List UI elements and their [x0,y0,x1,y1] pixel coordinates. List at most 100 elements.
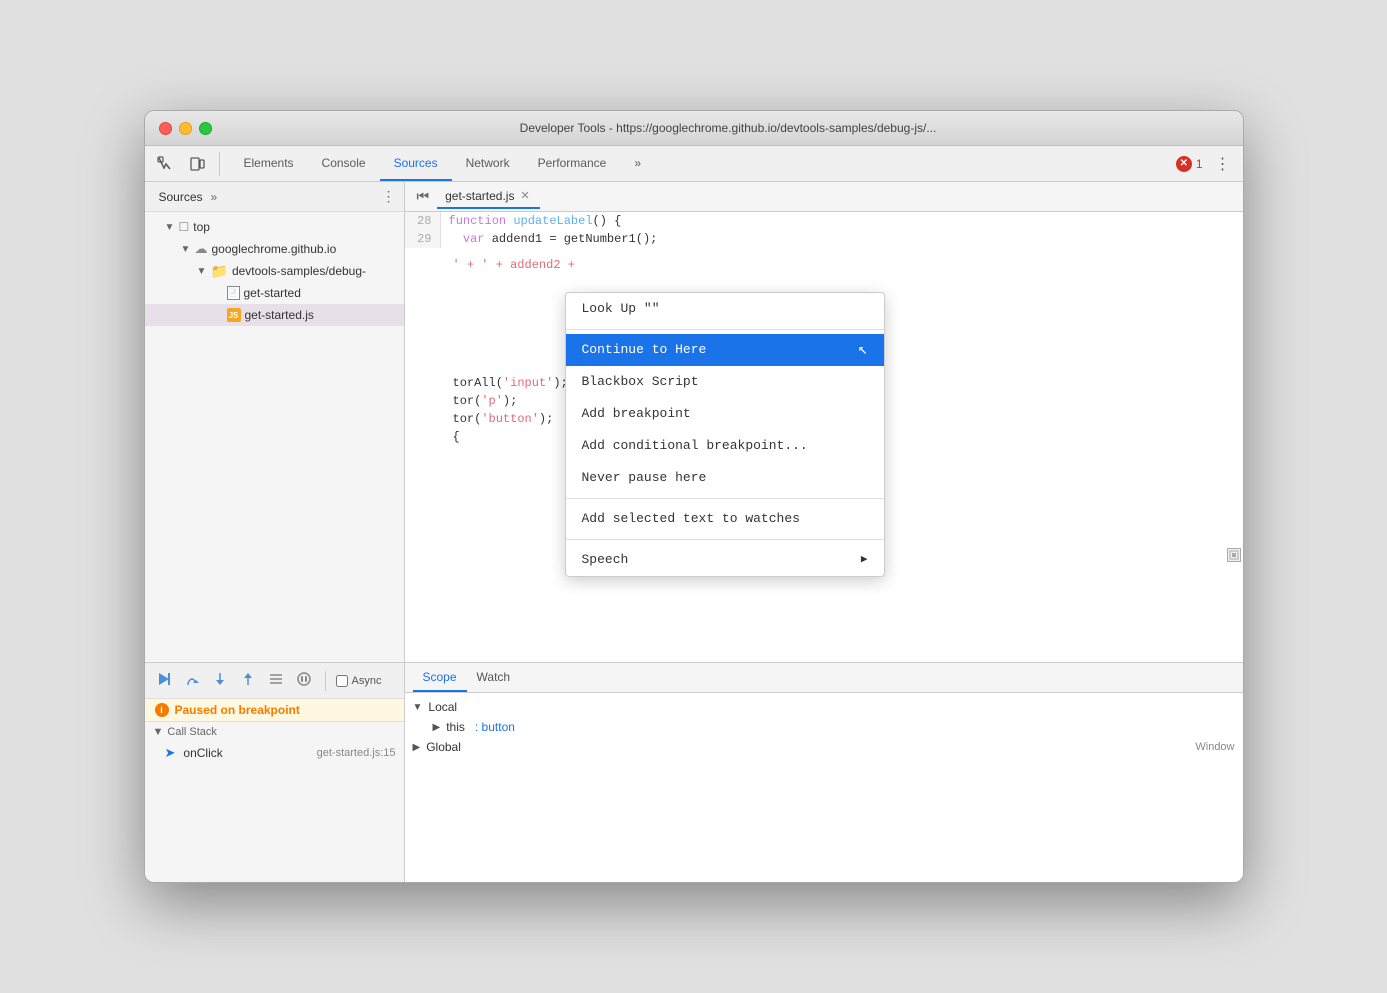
tree-item-domain[interactable]: ▼ ☁ googlechrome.github.io [145,238,404,260]
folder-icon: 📁 [211,263,228,280]
scope-global-header[interactable]: ▶ Global Window [405,737,1243,757]
async-checkbox[interactable] [336,675,348,687]
scope-tabs: Scope Watch [405,663,1243,693]
toolbar-right: ✕ 1 ⋮ [1176,150,1235,178]
scope-content: ▼ Local ▶ this : button ▶ Global Window [405,693,1243,882]
scope-this-value: : button [475,720,515,734]
tree-label: devtools-samples/debug- [232,264,366,278]
code-tab-label: get-started.js [445,189,514,203]
ctx-speech[interactable]: Speech ▶ [566,544,884,576]
resume-button[interactable] [153,668,175,693]
line-content: tor('p'); [445,392,518,410]
tree-item-get-started-js[interactable]: ▶ JS get-started.js [145,304,404,326]
sidebar-tab-label: Sources [153,188,209,206]
call-stack-header[interactable]: ▼ Call Stack [145,722,404,742]
ctx-add-breakpoint[interactable]: Add breakpoint [566,398,884,430]
devtools-body: Sources » ⋮ ▼ ☐ top ▼ ☁ googlechrom [145,182,1243,662]
ctx-separator [566,329,884,330]
device-icon[interactable] [185,152,209,176]
scope-tab-scope[interactable]: Scope [413,663,467,692]
call-stack-item-onclick[interactable]: ➤ onClick get-started.js:15 [145,742,404,764]
tab-more[interactable]: » [620,146,655,181]
code-area[interactable]: 28 function updateLabel() { 29 var adden… [405,212,1243,662]
call-stack-arrow-icon: ▼ [153,726,164,738]
debug-separator [325,671,326,691]
maximize-button[interactable] [199,122,212,135]
code-tab-get-started-js[interactable]: get-started.js ✕ [437,185,540,209]
sidebar-chevron-icon: » [211,190,218,204]
tab-close-button[interactable]: ✕ [518,189,531,202]
tree-arrow-icon: ▼ [165,222,175,233]
tree-label: get-started [244,286,301,300]
pause-on-exceptions-button[interactable] [293,668,315,693]
line-content: var addend1 = getNumber1(); [441,230,658,248]
ctx-separator-3 [566,539,884,540]
error-icon: ✕ [1176,156,1192,172]
navigate-back-button[interactable]: ⏮ [413,186,434,207]
scope-local-header[interactable]: ▼ Local [405,697,1243,717]
scope-section-label: Local [428,700,457,714]
tree-label: get-started.js [245,308,314,322]
line-number: 28 [405,212,441,230]
scope-section-label: Global [426,740,461,754]
code-line-28: 28 function updateLabel() { [405,212,1243,230]
file-tree: ▼ ☐ top ▼ ☁ googlechrome.github.io ▼ 📁 [145,212,404,662]
devtools-tabs: Elements Console Sources Network Perform… [230,146,1176,181]
tree-arrow-icon: ▼ [197,266,207,277]
code-line-right: ' + ' + addend2 + [405,256,1243,274]
ctx-continue-here[interactable]: Continue to Here ↖ [566,334,884,366]
submenu-arrow-icon: ▶ [861,551,868,569]
main-content: Sources » ⋮ ▼ ☐ top ▼ ☁ googlechrom [145,182,1243,882]
call-name: onClick [183,746,222,760]
tab-console[interactable]: Console [308,146,380,181]
page-file-icon: 📄 [227,286,240,300]
line-content: function updateLabel() { [441,212,622,230]
scope-this-key: this [446,720,465,734]
tree-item-get-started[interactable]: ▶ 📄 get-started [145,282,404,304]
window-title: Developer Tools - https://googlechrome.g… [228,121,1229,135]
minimize-button[interactable] [179,122,192,135]
scope-triangle-icon: ▶ [413,742,421,753]
js-file-icon: JS [227,308,241,322]
debug-toolbar: Async [145,663,404,699]
tree-label: top [193,220,210,234]
sidebar-options-icon[interactable]: ⋮ [382,188,396,205]
ctx-blackbox[interactable]: Blackbox Script [566,366,884,398]
tab-performance[interactable]: Performance [524,146,621,181]
deactivate-breakpoints-button[interactable] [265,668,287,693]
call-arrow-icon: ➤ [165,745,176,761]
ctx-never-pause[interactable]: Never pause here [566,462,884,494]
tab-elements[interactable]: Elements [230,146,308,181]
cursor-icon: ↖ [858,341,868,359]
ctx-add-watches[interactable]: Add selected text to watches [566,503,884,535]
tab-network[interactable]: Network [452,146,524,181]
scope-this-item[interactable]: ▶ this : button [405,717,1243,737]
step-out-button[interactable] [237,668,259,693]
close-button[interactable] [159,122,172,135]
context-menu: Look Up "" Continue to Here ↖ Blackbox S… [565,292,885,577]
tab-sources[interactable]: Sources [380,146,452,181]
step-into-button[interactable] [209,668,231,693]
paused-text: Paused on breakpoint [175,703,300,717]
tree-label: googlechrome.github.io [212,242,337,256]
tree-item-top[interactable]: ▼ ☐ top [145,216,404,238]
call-stack-label: Call Stack [167,726,217,738]
step-over-button[interactable] [181,668,203,693]
tree-item-folder[interactable]: ▼ 📁 devtools-samples/debug- [145,260,404,282]
scope-expand-icon: ▶ [433,722,441,733]
line-content: torAll('input'); [445,374,568,392]
folder-icon: ☐ [179,220,190,234]
more-options-button[interactable]: ⋮ [1211,150,1235,178]
scope-tab-watch[interactable]: Watch [467,663,521,692]
code-panel: ⏮ get-started.js ✕ 28 function updateLab… [405,182,1243,662]
inspect-icon[interactable] [153,152,177,176]
line-number: 29 [405,230,441,248]
scope-triangle-icon: ▼ [413,702,423,713]
devtools-window: Developer Tools - https://googlechrome.g… [144,110,1244,883]
sidebar-header: Sources » ⋮ [145,182,404,212]
ctx-conditional-breakpoint[interactable]: Add conditional breakpoint... [566,430,884,462]
scroll-indicator[interactable] [1227,548,1241,562]
error-badge: ✕ 1 [1176,156,1203,172]
ctx-look-up[interactable]: Look Up "" [566,293,884,325]
tree-arrow-icon: ▼ [181,244,191,255]
